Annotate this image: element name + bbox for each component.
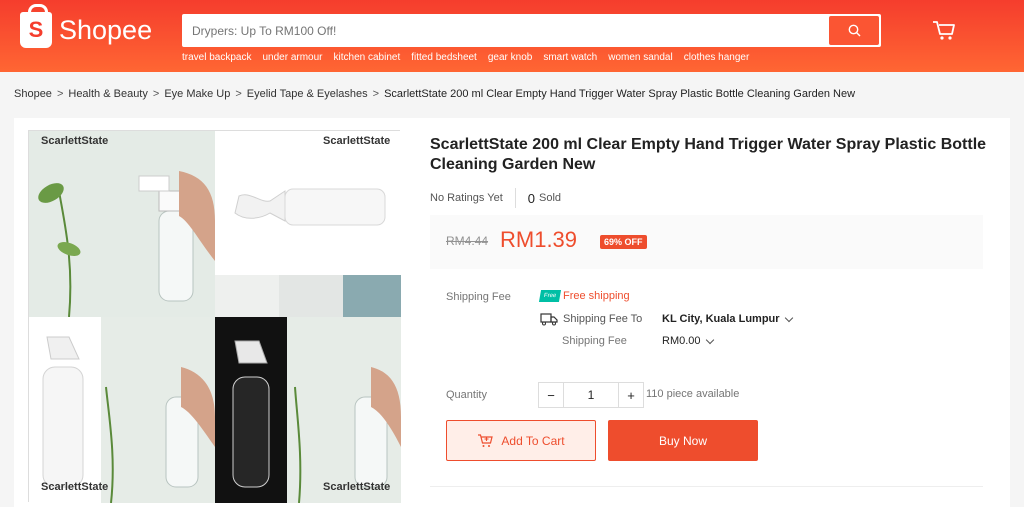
free-shipping: Free Free shipping	[538, 290, 630, 302]
price-box: RM4.44 RM1.39 69% OFF	[430, 215, 983, 269]
breadcrumb-item[interactable]: Eye Make Up	[164, 88, 230, 100]
search-bar	[182, 14, 881, 47]
quantity-stepper: − 1 +	[538, 382, 644, 408]
suggestion-link[interactable]: fitted bedsheet	[411, 52, 477, 63]
photo-bottle-side: ScarlettState	[215, 131, 401, 275]
photo-hand-spray-3	[287, 317, 401, 503]
original-price: RM4.44	[446, 234, 489, 248]
shipping-fee-value: RM0.00	[662, 335, 701, 347]
suggestion-link[interactable]: kitchen cabinet	[334, 52, 401, 63]
ratings-row: No Ratings Yet 0 Sold	[430, 188, 561, 208]
search-input[interactable]	[184, 23, 829, 38]
shopee-logo[interactable]: S Shopee	[20, 4, 153, 48]
shipping-to-label: Shipping Fee To	[563, 313, 643, 325]
suggestion-link[interactable]: under armour	[262, 52, 322, 63]
photo-hand-spray-2	[101, 317, 215, 503]
spray-bottle-illustration	[294, 367, 401, 503]
shipping-to-row: Shipping Fee To	[540, 312, 642, 326]
free-shipping-icon: Free	[538, 290, 562, 302]
current-price: RM1.39	[500, 227, 578, 252]
add-to-cart-button[interactable]: Add To Cart	[446, 420, 596, 461]
product-image[interactable]: ScarlettState ScarlettState ScarlettStat…	[28, 130, 401, 503]
thumb-2	[279, 275, 343, 317]
add-to-cart-label: Add To Cart	[501, 433, 565, 448]
bottle-front-illustration	[42, 336, 84, 488]
breadcrumb: Shopee > Health & Beauty > Eye Make Up > Ey…	[14, 88, 855, 100]
watermark-text: ScarlettState	[323, 481, 391, 493]
photo-bottle-white	[29, 317, 101, 503]
watermark-text: ScarlettState	[323, 135, 391, 147]
shipping-label: Shipping Fee	[446, 291, 511, 303]
decrease-button[interactable]: −	[538, 382, 564, 408]
spray-bottle-illustration	[38, 171, 215, 317]
stock-available: 110 piece available	[646, 388, 740, 400]
product-title: ScarlettState 200 ml Clear Empty Hand Tr…	[430, 136, 987, 173]
search-suggestions: travel backpack under armour kitchen cab…	[182, 52, 749, 63]
search-button[interactable]	[829, 16, 879, 45]
chevron-right-icon: >	[56, 88, 64, 100]
breadcrumb-item[interactable]: Shopee	[14, 88, 52, 100]
thumb-3	[343, 275, 401, 317]
sold-label: Sold	[539, 192, 562, 204]
spray-bottle-illustration	[105, 367, 215, 503]
suggestion-link[interactable]: gear knob	[488, 52, 532, 63]
bottle-side-illustration	[234, 188, 386, 226]
shopping-bag-icon: S	[20, 4, 52, 48]
cart-icon	[933, 21, 955, 40]
add-cart-icon	[478, 433, 494, 447]
chevron-right-icon: >	[152, 88, 160, 100]
quantity-input[interactable]: 1	[564, 382, 618, 408]
ratings-text: No Ratings Yet	[430, 192, 503, 204]
photo-hand-spray: ScarlettState	[29, 131, 215, 317]
truck-icon	[540, 313, 558, 326]
suggestion-link[interactable]: clothes hanger	[684, 52, 750, 63]
watermark-text: ScarlettState	[41, 481, 109, 493]
shipping-location-select[interactable]: KL City, Kuala Lumpur	[662, 313, 793, 325]
bottle-dark-illustration	[232, 340, 270, 488]
increase-button[interactable]: +	[618, 382, 644, 408]
breadcrumb-item[interactable]: Eyelid Tape & Eyelashes	[247, 88, 368, 100]
suggestion-link[interactable]: women sandal	[608, 52, 672, 63]
suggestion-link[interactable]: travel backpack	[182, 52, 251, 63]
cart-button[interactable]	[932, 20, 956, 47]
breadcrumb-current: ScarlettState 200 ml Clear Empty Hand Tr…	[384, 88, 856, 100]
shipping-fee-label: Shipping Fee	[562, 335, 627, 347]
top-header: S Shopee travel backpack under armour ki…	[0, 0, 1024, 72]
watermark-text: ScarlettState	[41, 135, 109, 147]
buy-now-button[interactable]: Buy Now	[608, 420, 758, 461]
chevron-down-icon	[784, 313, 793, 322]
breadcrumb-item[interactable]: Health & Beauty	[68, 88, 148, 100]
chevron-right-icon: >	[235, 88, 242, 100]
shipping-fee-select[interactable]: RM0.00	[662, 335, 714, 347]
thumb-1	[215, 275, 279, 317]
photo-bottle-black	[215, 317, 287, 503]
divider	[430, 486, 983, 487]
logo-text: Shopee	[59, 14, 153, 45]
free-shipping-text: Free shipping	[563, 290, 630, 302]
chevron-down-icon	[705, 335, 714, 344]
search-icon	[848, 24, 860, 37]
shipping-location: KL City, Kuala Lumpur	[662, 313, 780, 325]
suggestion-link[interactable]: smart watch	[543, 52, 597, 63]
quantity-label: Quantity	[446, 389, 487, 401]
chevron-right-icon: >	[372, 88, 380, 100]
divider	[514, 188, 516, 208]
sold-count: 0	[527, 190, 536, 206]
discount-badge: 69% OFF	[600, 235, 647, 249]
